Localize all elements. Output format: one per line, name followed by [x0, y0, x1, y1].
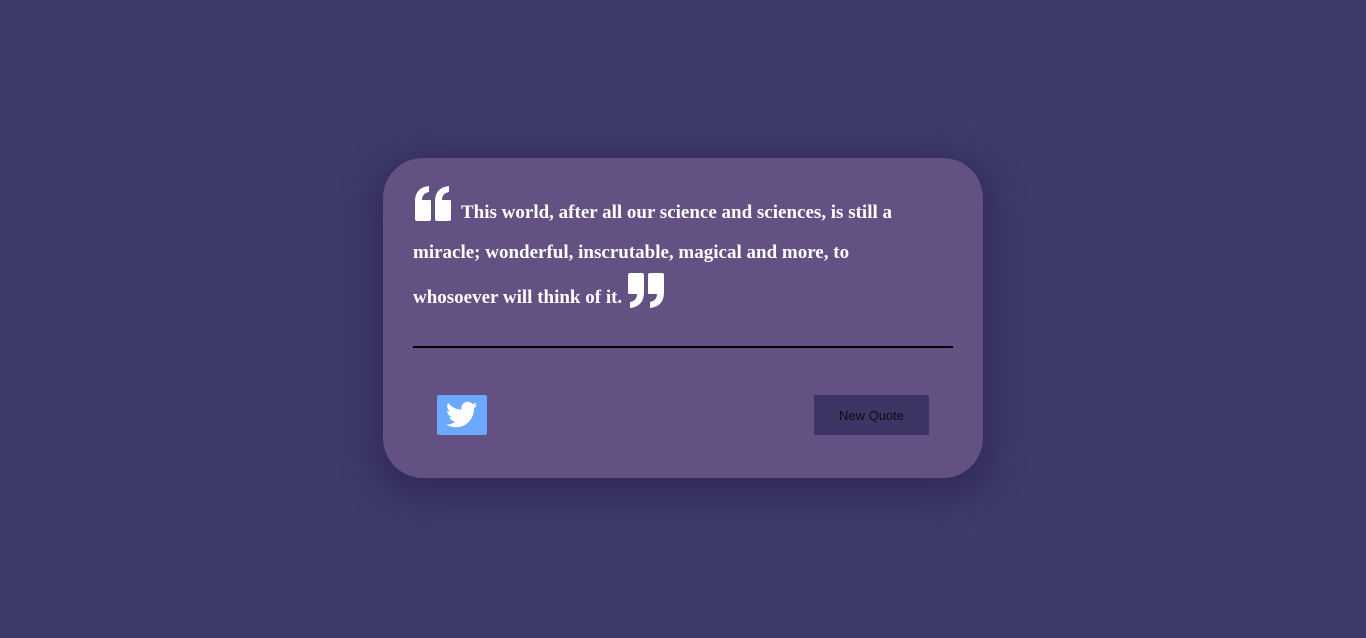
quote-card: This world, after all our science and sc… — [383, 158, 983, 478]
new-quote-button[interactable]: New Quote — [814, 395, 929, 435]
tweet-button[interactable] — [437, 395, 487, 435]
divider — [413, 346, 953, 348]
quote-text-block: This world, after all our science and sc… — [413, 186, 933, 318]
quote-right-icon — [626, 273, 666, 309]
twitter-icon — [446, 401, 478, 428]
quote-left-icon — [413, 186, 453, 222]
